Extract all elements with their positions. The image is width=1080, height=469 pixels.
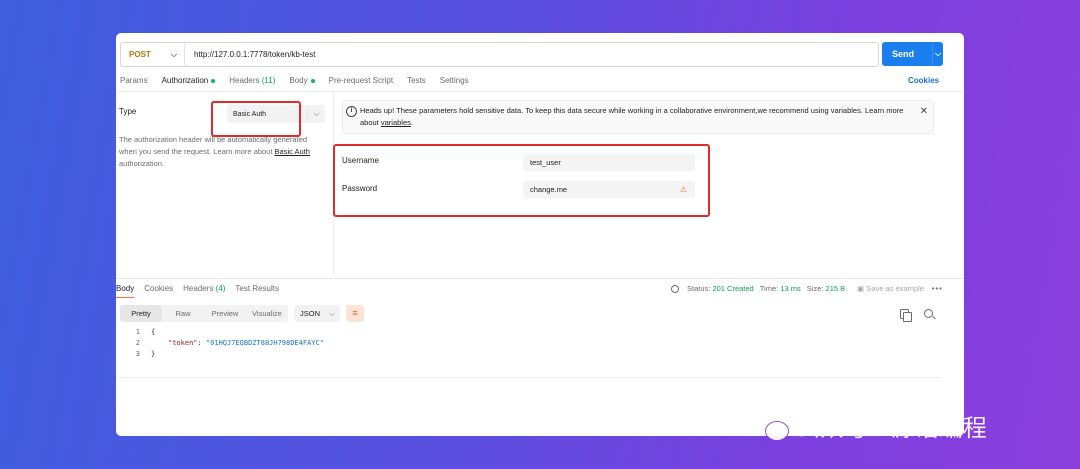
line-number: 3 <box>135 350 140 358</box>
tab-authorization[interactable]: Authorization <box>161 76 216 92</box>
chevron-down-icon: ⌵ <box>170 49 177 59</box>
method-select[interactable]: POST ⌵ <box>121 43 185 66</box>
line-number: 2 <box>135 339 140 347</box>
tab-settings[interactable]: Settings <box>440 76 469 92</box>
wrap-lines-icon[interactable]: ≡ <box>346 305 364 322</box>
view-raw[interactable]: Raw <box>162 305 204 322</box>
chevron-down-icon: ⌵ <box>307 109 325 119</box>
basic-auth-link[interactable]: Basic Auth <box>275 147 310 156</box>
send-label: Send <box>892 49 915 59</box>
tab-response-body[interactable]: Body <box>116 284 135 298</box>
chevron-down-icon: ⌵ <box>329 308 335 318</box>
line-number: 1 <box>135 328 140 336</box>
search-icon[interactable] <box>924 309 933 318</box>
status-dot-icon <box>211 78 216 83</box>
tab-params[interactable]: Params <box>120 76 148 92</box>
cookies-link[interactable]: Cookies <box>908 76 939 85</box>
variables-link[interactable]: variables <box>381 118 411 127</box>
request-tabs: Params Authorization Headers (11) Body P… <box>120 76 483 92</box>
response-status-bar: Status: 201 Created Time: 13 ms Size: 21… <box>671 284 943 293</box>
auth-type-label: Type <box>119 107 137 116</box>
url-input[interactable]: http://127.0.0.1:7778/token/kb-test <box>185 50 315 59</box>
watermark: 公众号 · 源话编程 <box>752 408 987 443</box>
info-icon: i <box>346 106 357 117</box>
send-button[interactable]: Send ⌵ <box>882 42 943 66</box>
wechat-icon <box>752 411 789 441</box>
tab-tests[interactable]: Tests <box>407 76 426 92</box>
chevron-down-icon[interactable]: ⌵ <box>933 49 943 59</box>
highlight-box <box>211 101 301 137</box>
view-mode-toggle: Pretty Raw Preview Visualize <box>120 305 288 322</box>
globe-icon[interactable] <box>671 284 679 293</box>
tab-response-cookies[interactable]: Cookies <box>144 284 173 298</box>
status-badge: 201 Created <box>712 284 754 293</box>
method-label: POST <box>129 50 151 59</box>
postman-window: POST ⌵ http://127.0.0.1:7778/token/kb-te… <box>116 33 964 436</box>
response-code: 1 2 3 { "token": "01HQJ7EQBDZT88JH798DE4… <box>116 327 942 378</box>
view-pretty[interactable]: Pretty <box>120 305 162 322</box>
tab-response-headers[interactable]: Headers (4) <box>183 284 225 298</box>
tab-pre-request-script[interactable]: Pre-request Script <box>329 76 393 92</box>
status-dot-icon <box>310 78 315 83</box>
tab-headers[interactable]: Headers (11) <box>229 76 275 92</box>
more-icon[interactable]: ••• <box>932 284 943 293</box>
tab-test-results[interactable]: Test Results <box>235 284 279 298</box>
close-icon[interactable]: ✕ <box>920 106 928 118</box>
save-as-example-button[interactable]: ▣ Save as example <box>857 284 924 293</box>
copy-icon[interactable] <box>900 309 912 322</box>
sensitive-data-alert: i Heads up! These parameters hold sensit… <box>342 100 934 134</box>
tab-body[interactable]: Body <box>289 76 315 92</box>
view-preview[interactable]: Preview <box>204 305 246 322</box>
format-select[interactable]: JSON ⌵ <box>294 305 340 322</box>
view-visualize[interactable]: Visualize <box>246 305 288 322</box>
highlight-box <box>333 144 710 217</box>
response-tabs: Body Cookies Headers (4) Test Results <box>116 284 289 298</box>
auth-description: The authorization header will be automat… <box>119 135 310 168</box>
request-bar: POST ⌵ http://127.0.0.1:7778/token/kb-te… <box>120 42 879 67</box>
